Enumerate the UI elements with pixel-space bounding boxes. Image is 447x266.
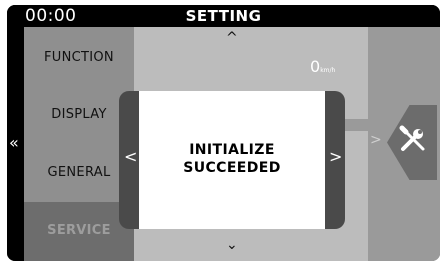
- device-frame: 00:00 SETTING « FUNCTION DISPLAY GENERAL…: [0, 0, 447, 266]
- wrench-screwdriver-icon: [399, 125, 425, 151]
- content-area: « FUNCTION DISPLAY GENERAL SERVICE ^ 0km…: [7, 27, 440, 261]
- down-chevron-icon[interactable]: ⌄: [226, 237, 238, 253]
- double-left-chevron-icon[interactable]: «: [9, 133, 19, 152]
- dialog-right-arrow-icon[interactable]: >: [329, 147, 342, 166]
- menu-item-display[interactable]: DISPLAY: [24, 107, 134, 122]
- dialog-line-1: INITIALIZE: [189, 142, 275, 158]
- dialog-left-arrow-icon[interactable]: <: [124, 147, 137, 166]
- up-chevron-icon[interactable]: ^: [226, 30, 238, 46]
- dialog-message: INITIALIZE SUCCEEDED: [139, 141, 325, 177]
- right-panel: >: [338, 27, 440, 261]
- speed-value: 0: [310, 57, 321, 76]
- right-chevron-icon[interactable]: >: [370, 132, 382, 148]
- page-title: SETTING: [185, 7, 262, 25]
- tools-tab[interactable]: [387, 105, 437, 180]
- speed-readout: 0km/h: [310, 57, 335, 76]
- menu-item-general[interactable]: GENERAL: [24, 165, 134, 180]
- screen: 00:00 SETTING « FUNCTION DISPLAY GENERAL…: [7, 5, 440, 261]
- settings-menu: FUNCTION DISPLAY GENERAL SERVICE: [24, 27, 134, 261]
- initialize-dialog: < INITIALIZE SUCCEEDED >: [119, 91, 345, 229]
- status-bar: 00:00 SETTING: [7, 5, 440, 27]
- left-nav-strip[interactable]: «: [7, 27, 24, 261]
- speed-unit: km/h: [320, 67, 336, 74]
- menu-item-function[interactable]: FUNCTION: [24, 50, 134, 65]
- dialog-body: INITIALIZE SUCCEEDED: [139, 91, 325, 229]
- dialog-line-2: SUCCEEDED: [183, 160, 281, 176]
- menu-item-service[interactable]: SERVICE: [24, 223, 134, 238]
